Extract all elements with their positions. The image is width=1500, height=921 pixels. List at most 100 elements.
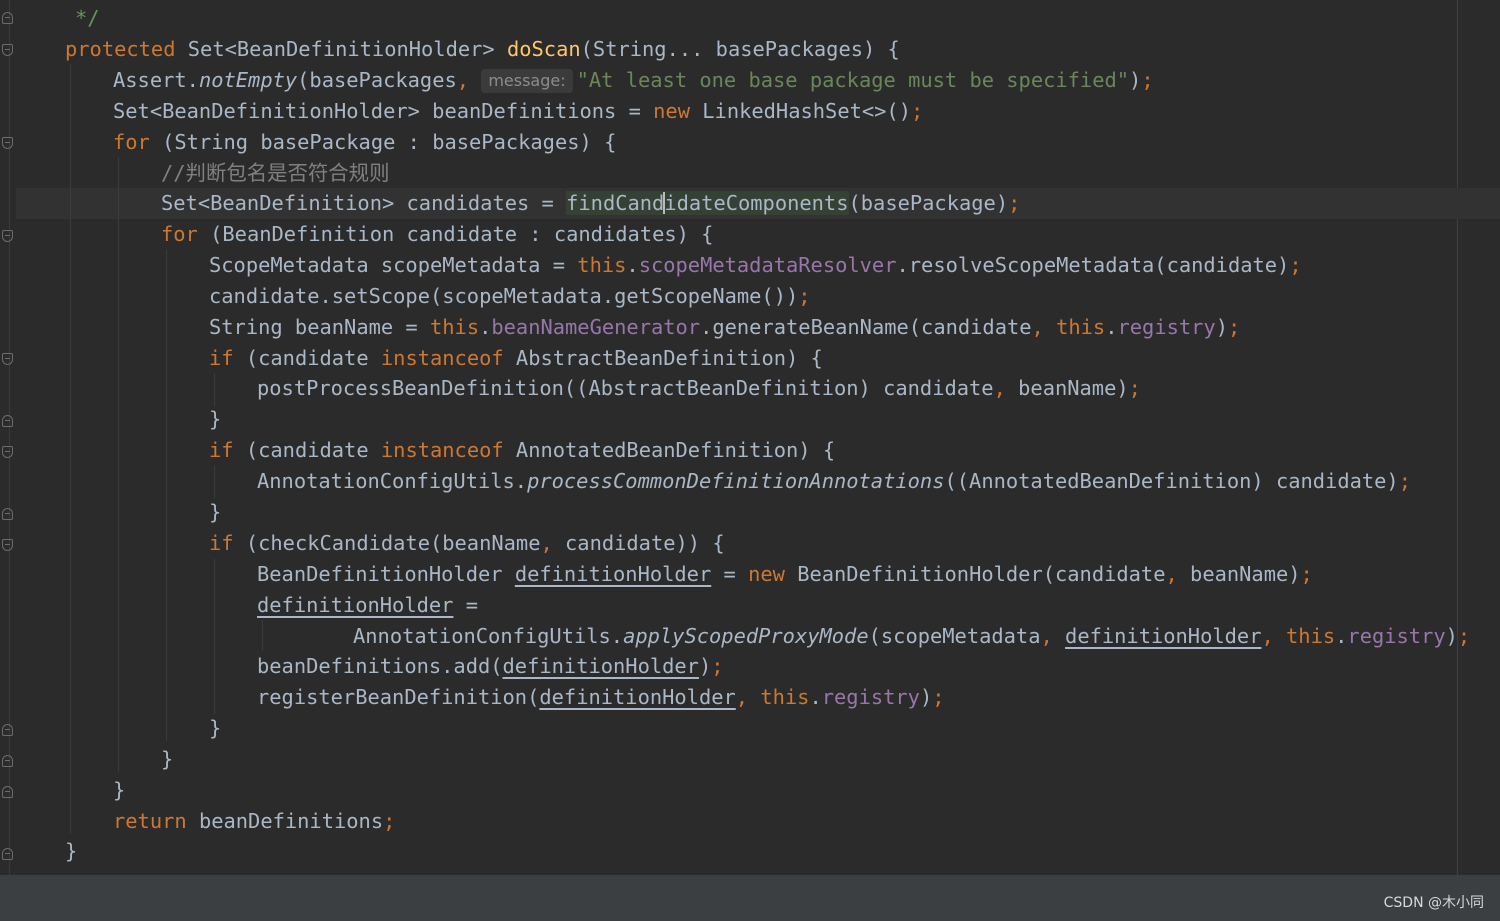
keyword: this [1043, 315, 1106, 339]
code-text: } [209, 716, 222, 740]
punctuation: ; [932, 685, 945, 709]
code-line-13[interactable]: postProcessBeanDefinition((AbstractBeanD… [257, 373, 1141, 404]
keyword: this [748, 685, 810, 709]
code-text: = [711, 562, 749, 586]
fold-end-icon[interactable] [2, 724, 13, 736]
reassigned-variable: definitionHolder [514, 562, 712, 586]
code-line-18[interactable]: if (checkCandidate(beanName, candidate))… [209, 528, 725, 559]
code-line-20[interactable]: definitionHolder = [257, 590, 478, 621]
code-line-25[interactable]: } [161, 744, 173, 775]
code-line-8[interactable]: for (BeanDefinition candidate : candidat… [161, 219, 713, 250]
code-line-6[interactable]: //判断包名是否符合规则 [161, 158, 389, 189]
code-line-27[interactable]: return beanDefinitions; [113, 806, 395, 837]
punctuation: , [735, 685, 749, 709]
code-line-14[interactable]: } [209, 404, 221, 435]
punctuation: ; [1457, 624, 1471, 648]
code-line-15[interactable]: if (candidate instanceof AnnotatedBeanDe… [209, 435, 835, 466]
reassigned-variable: definitionHolder [1065, 624, 1262, 648]
right-margin-guide [1457, 0, 1458, 875]
keyword: new [653, 99, 690, 123]
identifier-part: idateComponents [664, 191, 849, 215]
code-line-28[interactable]: } [65, 836, 77, 867]
code-text: } [209, 500, 222, 524]
code-text: (checkCandidate(beanName [233, 531, 541, 555]
fold-end-icon[interactable] [2, 415, 13, 427]
code-line-7[interactable]: Set<BeanDefinition> candidates = findCan… [161, 188, 1020, 219]
punctuation: ; [1300, 562, 1313, 586]
code-line-17[interactable]: } [209, 497, 221, 528]
field-name: registry [1347, 624, 1446, 648]
fold-end-icon[interactable] [2, 786, 13, 798]
code-line-9[interactable]: ScopeMetadata scopeMetadata = this.scope… [209, 250, 1302, 281]
code-line-2[interactable]: protected Set<BeanDefinitionHolder> doSc… [65, 34, 900, 65]
static-method: applyScopedProxyMode [623, 624, 869, 648]
code-text: } [113, 778, 126, 802]
punctuation: ; [1228, 315, 1241, 339]
code-line-24[interactable]: } [209, 713, 221, 744]
fold-start-icon[interactable] [2, 446, 13, 458]
keyword: this [577, 253, 627, 277]
code-text: AnnotationConfigUtils. [353, 624, 624, 648]
fold-end-icon[interactable] [2, 508, 13, 520]
static-method: notEmpty [198, 68, 298, 92]
code-text: (basePackage) [848, 191, 1009, 215]
punctuation: , [456, 68, 470, 92]
code-text: BeanDefinitionHolder(candidate [784, 562, 1166, 586]
code-text: ((AnnotatedBeanDefinition) candidate) [944, 469, 1399, 493]
static-method: processCommonDefinitionAnnotations [527, 469, 945, 493]
keyword: for [113, 130, 150, 154]
code-line-11[interactable]: String beanName = this.beanNameGenerator… [209, 312, 1240, 343]
fold-start-icon[interactable] [2, 353, 13, 365]
punctuation: , [1165, 562, 1178, 586]
code-text: AnnotatedBeanDefinition) { [503, 438, 836, 462]
code-text: String beanName = [209, 315, 430, 339]
code-text: (String... basePackages) { [580, 37, 900, 61]
code-text: beanDefinitions.add( [257, 654, 503, 678]
punctuation: ; [1289, 253, 1302, 277]
indent-guide [118, 157, 119, 772]
field-name: beanNameGenerator [491, 315, 701, 339]
code-text: . [809, 685, 822, 709]
code-text: (String basePackage : basePackages) { [149, 130, 617, 154]
keyword: if [209, 438, 234, 462]
code-text: ) [698, 654, 712, 678]
code-text: (candidate [233, 438, 381, 462]
indent-guide [214, 559, 215, 714]
code-line-22[interactable]: beanDefinitions.add(definitionHolder); [257, 651, 724, 682]
fold-start-icon[interactable] [2, 44, 13, 56]
code-line-10[interactable]: candidate.setScope(scopeMetadata.getScop… [209, 281, 811, 312]
code-line-1[interactable]: */ [75, 3, 100, 34]
code-line-12[interactable]: if (candidate instanceof AbstractBeanDef… [209, 343, 823, 374]
code-text: Set<BeanDefinition> candidates = [161, 191, 567, 215]
reassigned-variable: definitionHolder [539, 685, 736, 709]
fold-end-icon[interactable] [2, 12, 13, 24]
keyword: this [429, 315, 480, 339]
keyword: if [209, 346, 234, 370]
fold-start-icon[interactable] [2, 137, 13, 149]
punctuation: ; [1141, 68, 1154, 92]
line-comment: //判断包名是否符合规则 [161, 161, 390, 185]
code-line-4[interactable]: Set<BeanDefinitionHolder> beanDefinition… [113, 96, 923, 127]
punctuation: , [993, 376, 1006, 400]
identifier-part: findCand [566, 191, 665, 215]
code-line-5[interactable]: for (String basePackage : basePackages) … [113, 127, 616, 158]
fold-start-icon[interactable] [2, 230, 13, 242]
watermark-text: CSDN @木小同 [1383, 895, 1484, 911]
keyword: instanceof [380, 438, 504, 462]
code-line-16[interactable]: AnnotationConfigUtils.processCommonDefin… [257, 466, 1411, 497]
fold-end-icon[interactable] [2, 848, 13, 860]
code-line-23[interactable]: registerBeanDefinition(definitionHolder,… [257, 682, 945, 713]
fold-start-icon[interactable] [2, 539, 13, 551]
code-editor[interactable]: */ protected Set<BeanDefinitionHolder> d… [0, 0, 1500, 875]
code-line-3[interactable]: Assert.notEmpty(basePackages, message: "A… [113, 65, 1154, 96]
punctuation: ; [1398, 469, 1411, 493]
field-name: scopeMetadataResolver [638, 253, 897, 277]
code-line-19[interactable]: BeanDefinitionHolder definitionHolder = … [257, 559, 1313, 590]
bottom-strip: CSDN @木小同 [0, 875, 1500, 921]
code-text: beanName) [1177, 562, 1301, 586]
fold-end-icon[interactable] [2, 755, 13, 767]
code-line-21[interactable]: AnnotationConfigUtils.applyScopedProxyMo… [353, 621, 1470, 652]
code-text: .resolveScopeMetadata(candidate) [896, 253, 1290, 277]
code-text: (BeanDefinition candidate : candidates) … [197, 222, 714, 246]
code-line-26[interactable]: } [113, 775, 125, 806]
